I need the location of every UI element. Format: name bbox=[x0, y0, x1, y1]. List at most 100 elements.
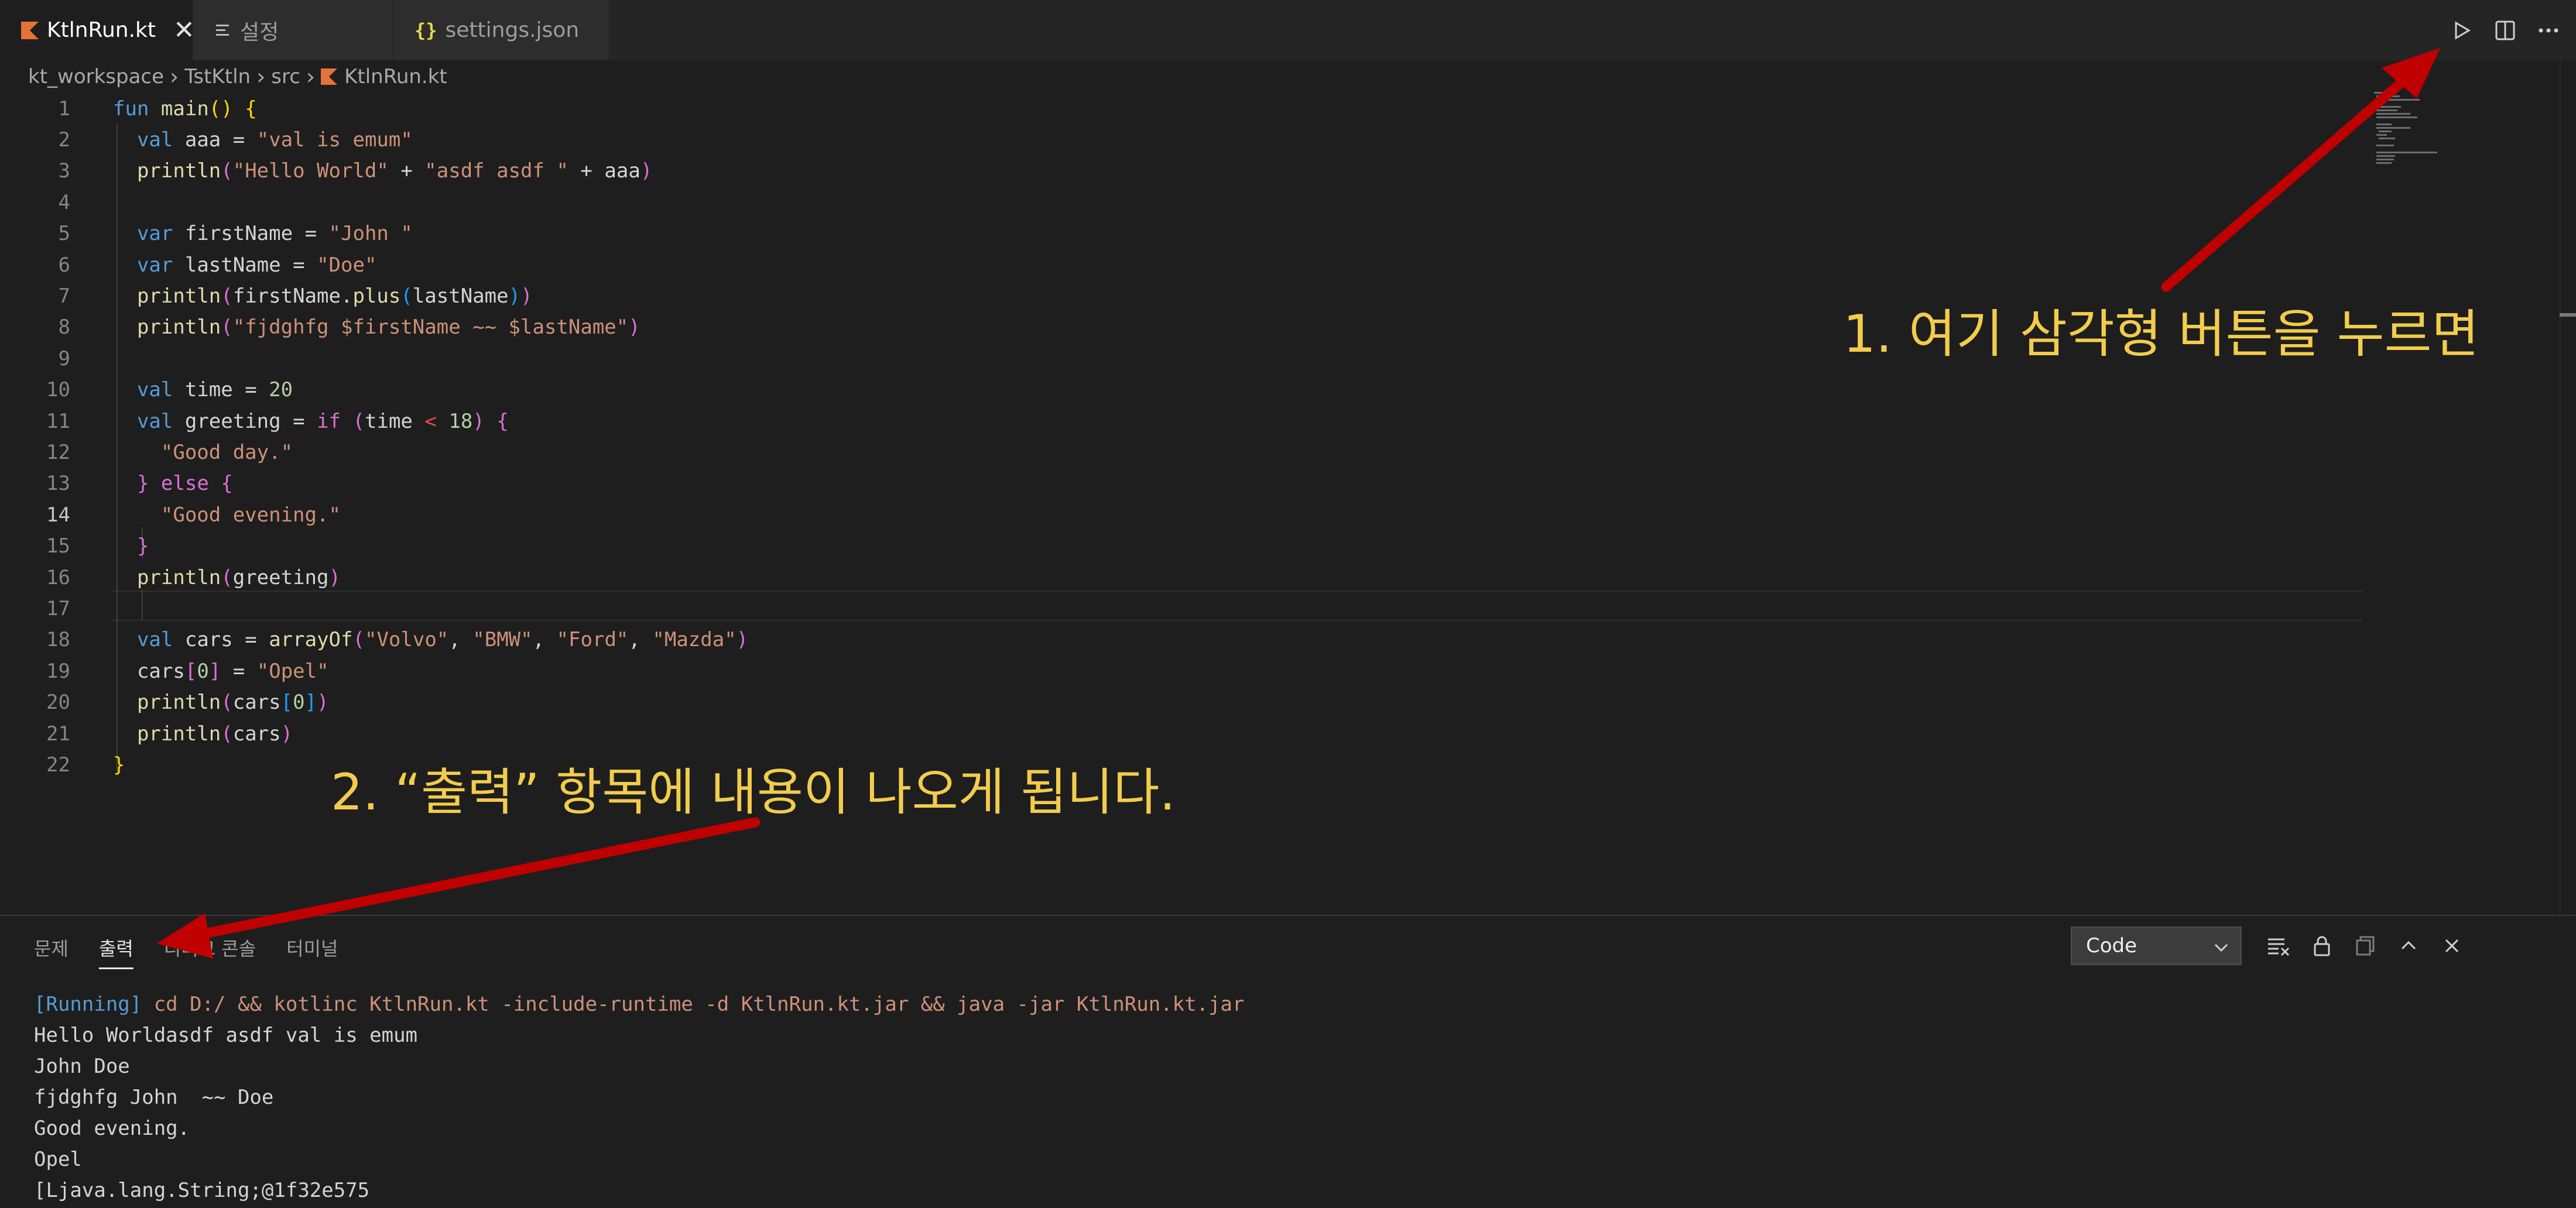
code-text: "Good evening." bbox=[160, 503, 341, 527]
clear-output-icon[interactable] bbox=[2257, 926, 2300, 965]
code-text: val aaa = "val is emum" bbox=[136, 128, 413, 152]
code-line[interactable]: 12 "Good day." bbox=[0, 437, 293, 468]
more-icon[interactable] bbox=[2527, 9, 2570, 52]
editor-actions bbox=[2440, 0, 2576, 60]
annotation-step-2: 2. “출력” 항목에 내용이 나오게 됩니다. bbox=[331, 763, 1176, 822]
json-braces-icon: {} bbox=[415, 19, 437, 42]
line-number: 13 bbox=[46, 472, 70, 496]
running-tag: [Running] bbox=[34, 992, 142, 1016]
chevron-right-icon: › bbox=[256, 64, 266, 90]
code-line[interactable]: 22} bbox=[0, 749, 125, 780]
output-channel-value: Code bbox=[2086, 934, 2137, 958]
output-line: Opel bbox=[34, 1147, 82, 1171]
code-text: } else { bbox=[136, 472, 233, 496]
panel-toolbar bbox=[2257, 926, 2474, 965]
code-line[interactable]: 11 val greeting = if (time < 18) { bbox=[0, 406, 509, 437]
editor-tab-bar: KtlnRun.kt ✕ 설정 {} settings.json bbox=[0, 0, 2576, 60]
tab-settings-ui[interactable]: 설정 bbox=[193, 0, 393, 60]
code-text: var lastName = "Doe" bbox=[136, 253, 377, 277]
code-line[interactable]: 21 println(cars) bbox=[0, 718, 293, 749]
code-line[interactable]: 2 val aaa = "val is emum" bbox=[0, 124, 413, 155]
breadcrumb-item-file[interactable]: KtlnRun.kt bbox=[344, 65, 447, 88]
maximize-chevron-icon[interactable] bbox=[2387, 926, 2430, 965]
code-text: val time = 20 bbox=[136, 378, 293, 402]
code-line[interactable]: 1 fun main() { bbox=[0, 93, 257, 124]
tab-terminal[interactable]: 터미널 bbox=[286, 934, 338, 961]
line-number: 6 bbox=[58, 253, 70, 277]
code-line[interactable]: 14 "Good evening." bbox=[0, 499, 341, 530]
line-number: 16 bbox=[46, 565, 70, 589]
indent-guide bbox=[142, 589, 143, 620]
kotlin-icon bbox=[21, 21, 39, 39]
tab-debug-console[interactable]: 디버그 콘솔 bbox=[164, 934, 256, 961]
line-number: 10 bbox=[46, 378, 70, 402]
current-line-highlight bbox=[111, 591, 2362, 621]
output-line: Good evening. bbox=[34, 1116, 190, 1140]
vertical-scrollbar[interactable] bbox=[2560, 60, 2576, 915]
minimap[interactable] bbox=[2374, 91, 2468, 167]
tab-label: settings.json bbox=[445, 18, 580, 42]
line-number: 8 bbox=[58, 315, 70, 339]
output-channel-select[interactable]: Code bbox=[2071, 926, 2242, 965]
breadcrumb-item-src[interactable]: src bbox=[271, 65, 300, 88]
code-text: println(cars[0]) bbox=[136, 691, 329, 715]
code-line[interactable]: 13 } else { bbox=[0, 468, 233, 499]
code-line[interactable]: 7 println(firstName.plus(lastName)) bbox=[0, 280, 533, 311]
line-number: 7 bbox=[58, 284, 70, 308]
code-line[interactable]: 5 var firstName = "John " bbox=[0, 218, 413, 249]
breadcrumb-item-project[interactable]: TstKtln bbox=[184, 65, 251, 88]
code-line[interactable]: 4 bbox=[0, 187, 70, 218]
copy-icon[interactable] bbox=[2344, 926, 2387, 965]
code-line[interactable]: 9 bbox=[0, 343, 70, 374]
close-icon[interactable]: ✕ bbox=[173, 15, 195, 45]
code-text: fun main() { bbox=[113, 97, 257, 121]
code-line[interactable]: 17 bbox=[0, 593, 70, 624]
line-number: 3 bbox=[58, 159, 70, 183]
line-number: 2 bbox=[58, 128, 70, 152]
tab-label: 설정 bbox=[240, 20, 279, 44]
tab-settings-json[interactable]: {} settings.json bbox=[393, 0, 610, 60]
tab-label: KtlnRun.kt bbox=[47, 18, 156, 42]
line-number: 4 bbox=[58, 190, 70, 214]
line-number: 14 bbox=[46, 503, 70, 527]
code-text: println(cars) bbox=[136, 722, 293, 746]
code-line[interactable]: 18 val cars = arrayOf("Volvo", "BMW", "F… bbox=[0, 624, 748, 656]
breadcrumb-item-workspace[interactable]: kt_workspace bbox=[28, 65, 164, 88]
line-number: 19 bbox=[46, 659, 70, 683]
line-number: 20 bbox=[46, 691, 70, 715]
run-triangle-icon[interactable] bbox=[2440, 9, 2483, 52]
tab-output[interactable]: 출력 bbox=[98, 934, 133, 969]
chevron-down-icon bbox=[2212, 938, 2230, 962]
tab-ktlnrun-kt[interactable]: KtlnRun.kt ✕ bbox=[0, 0, 195, 60]
code-line[interactable]: 20 println(cars[0]) bbox=[0, 687, 329, 718]
code-line[interactable]: 8 println("fjdghfg $firstName ~~ $lastNa… bbox=[0, 312, 640, 343]
code-line[interactable]: 16 println(greeting) bbox=[0, 562, 341, 593]
code-line[interactable]: 15 } bbox=[0, 531, 149, 562]
lock-icon[interactable] bbox=[2300, 926, 2344, 965]
line-number: 11 bbox=[46, 409, 70, 433]
line-number: 12 bbox=[46, 440, 70, 464]
output-line-command: [Running] cd D:/ && kotlinc KtlnRun.kt -… bbox=[34, 989, 1244, 1020]
bottom-panel: 문제 출력 디버그 콘솔 터미널 Code [Running] cd D:/ &… bbox=[0, 915, 2576, 1208]
output-line: fjdghfg John ~~ Doe bbox=[34, 1085, 274, 1109]
output-line: John Doe bbox=[34, 1054, 130, 1078]
line-number: 9 bbox=[58, 346, 70, 370]
line-number: 21 bbox=[46, 722, 70, 746]
code-line[interactable]: 3 println("Hello World" + "asdf asdf " +… bbox=[0, 156, 653, 187]
code-line[interactable]: 6 var lastName = "Doe" bbox=[0, 249, 377, 280]
code-text: val cars = arrayOf("Volvo", "BMW", "Ford… bbox=[136, 628, 749, 652]
annotation-step-1: 1. 여기 삼각형 버튼을 누르면 bbox=[1843, 304, 2479, 364]
chevron-right-icon: › bbox=[170, 64, 179, 90]
code-text: cars[0] = "Opel" bbox=[136, 659, 329, 683]
code-line[interactable]: 10 val time = 20 bbox=[0, 375, 293, 406]
line-number: 5 bbox=[58, 222, 70, 246]
close-icon[interactable] bbox=[2430, 926, 2474, 965]
tab-problems[interactable]: 문제 bbox=[34, 934, 68, 961]
breadcrumb: kt_workspace › TstKtln › src › KtlnRun.k… bbox=[28, 60, 447, 93]
split-editor-icon[interactable] bbox=[2483, 9, 2527, 52]
code-line[interactable]: 19 cars[0] = "Opel" bbox=[0, 656, 329, 687]
line-number: 15 bbox=[46, 534, 70, 558]
run-command: cd D:/ && kotlinc KtlnRun.kt -include-ru… bbox=[142, 992, 1245, 1016]
line-number: 18 bbox=[46, 628, 70, 652]
line-number: 22 bbox=[46, 753, 70, 777]
